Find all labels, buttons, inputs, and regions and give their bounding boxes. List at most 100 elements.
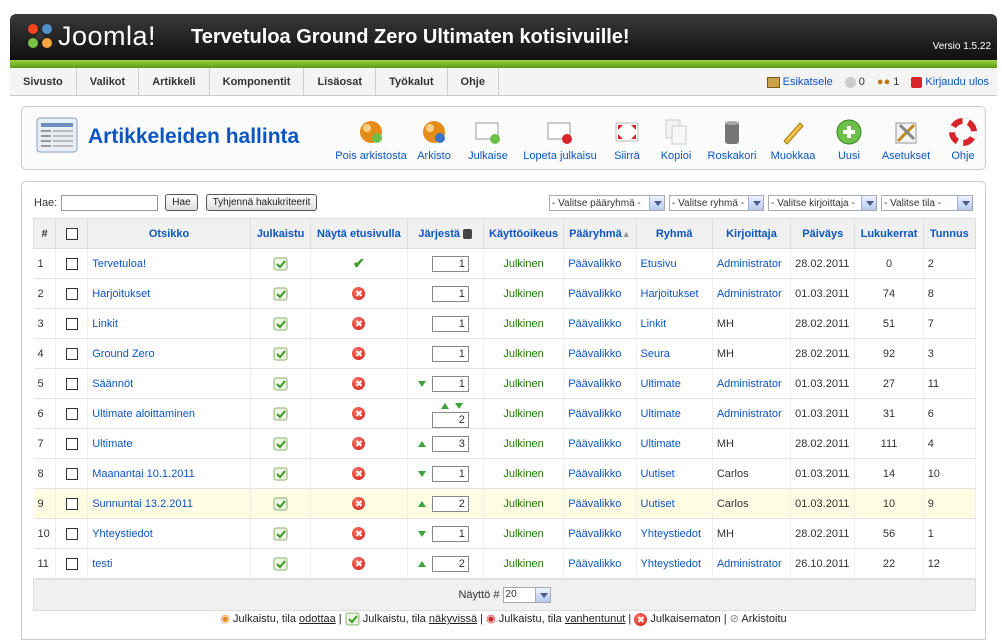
article-title-link[interactable]: Linkit bbox=[87, 308, 251, 339]
order-input[interactable]: 3 bbox=[431, 435, 469, 452]
author-link[interactable]: Administrator bbox=[712, 548, 792, 579]
order-input[interactable]: 2 bbox=[431, 555, 469, 572]
frontpage-no-icon[interactable] bbox=[352, 407, 366, 420]
frontpage-yes-icon[interactable]: ✔ bbox=[353, 255, 365, 271]
move-down-icon[interactable] bbox=[417, 470, 426, 477]
article-title-link[interactable]: Ultimate bbox=[87, 428, 251, 459]
article-title-link[interactable]: Harjoitukset bbox=[87, 278, 251, 309]
search-button[interactable]: Hae bbox=[165, 194, 198, 211]
menu-item[interactable]: Ohje bbox=[448, 68, 499, 96]
trash-button[interactable]: Roskakori bbox=[706, 117, 758, 162]
menu-item[interactable]: Työkalut bbox=[376, 68, 448, 96]
save-order-icon[interactable] bbox=[463, 228, 473, 239]
article-title-link[interactable]: Yhteystiedot bbox=[87, 518, 251, 549]
section-link[interactable]: Päävalikko bbox=[563, 428, 637, 459]
messages-count[interactable]: 0 bbox=[844, 76, 865, 88]
access-link[interactable]: Julkinen bbox=[483, 248, 565, 279]
state-select[interactable]: - Valitse tila - bbox=[881, 195, 973, 211]
frontpage-no-icon[interactable] bbox=[352, 317, 366, 330]
order-input[interactable]: 1 bbox=[431, 255, 469, 272]
category-link[interactable]: Seura bbox=[636, 338, 713, 369]
col-published-header[interactable]: Julkaistu bbox=[249, 218, 312, 249]
published-icon[interactable] bbox=[273, 347, 288, 361]
category-link[interactable]: Ultimate bbox=[636, 428, 713, 459]
author-link[interactable]: Carlos bbox=[712, 458, 792, 489]
category-link[interactable]: Uutiset bbox=[636, 488, 713, 519]
order-input[interactable]: 2 bbox=[431, 411, 469, 428]
category-link[interactable]: Harjoitukset bbox=[636, 278, 713, 309]
published-icon[interactable] bbox=[273, 467, 288, 481]
row-checkbox[interactable] bbox=[65, 257, 78, 270]
move-up-icon[interactable] bbox=[417, 440, 426, 447]
published-icon[interactable] bbox=[273, 527, 288, 541]
row-checkbox[interactable] bbox=[65, 377, 78, 390]
col-order-header[interactable]: Järjestä bbox=[406, 218, 484, 249]
logout-link[interactable]: Kirjaudu ulos bbox=[911, 76, 989, 88]
order-input[interactable]: 1 bbox=[431, 465, 469, 482]
frontpage-no-icon[interactable] bbox=[352, 557, 366, 570]
category-link[interactable]: Etusivu bbox=[636, 248, 713, 279]
category-link[interactable]: Yhteystiedot bbox=[636, 518, 713, 549]
category-link[interactable]: Yhteystiedot bbox=[636, 548, 713, 579]
section-link[interactable]: Päävalikko bbox=[563, 308, 637, 339]
menu-item[interactable]: Valikot bbox=[77, 68, 140, 96]
section-link[interactable]: Päävalikko bbox=[563, 368, 637, 399]
reset-filter-button[interactable]: Tyhjennä hakukriteerit bbox=[205, 194, 318, 211]
published-icon[interactable] bbox=[273, 377, 288, 391]
access-link[interactable]: Julkinen bbox=[483, 398, 565, 429]
search-input[interactable] bbox=[61, 194, 159, 211]
parameters-button[interactable]: Asetukset bbox=[878, 117, 934, 162]
col-author-header[interactable]: Kirjoittaja bbox=[711, 218, 792, 249]
move-up-icon[interactable] bbox=[440, 402, 449, 409]
author-link[interactable]: MH bbox=[712, 428, 792, 459]
row-checkbox[interactable] bbox=[65, 317, 78, 330]
row-checkbox[interactable] bbox=[65, 407, 78, 420]
row-checkbox[interactable] bbox=[65, 527, 78, 540]
access-link[interactable]: Julkinen bbox=[483, 338, 565, 369]
users-count[interactable]: ●● 1 bbox=[877, 76, 899, 88]
col-access-header[interactable]: Käyttöoikeus bbox=[482, 218, 565, 249]
frontpage-no-icon[interactable] bbox=[352, 437, 366, 450]
select-all-checkbox[interactable] bbox=[65, 227, 78, 240]
order-input[interactable]: 1 bbox=[431, 525, 469, 542]
access-link[interactable]: Julkinen bbox=[483, 458, 565, 489]
section-link[interactable]: Päävalikko bbox=[563, 548, 637, 579]
preview-link[interactable]: Esikatsele bbox=[766, 76, 833, 88]
move-up-icon[interactable] bbox=[417, 560, 426, 567]
published-icon[interactable] bbox=[273, 287, 288, 301]
publish-button[interactable]: Julkaise bbox=[465, 117, 511, 162]
frontpage-no-icon[interactable] bbox=[352, 467, 366, 480]
col-category-header[interactable]: Ryhmä bbox=[635, 218, 713, 249]
section-link[interactable]: Päävalikko bbox=[563, 518, 637, 549]
order-input[interactable]: 1 bbox=[431, 285, 469, 302]
author-select[interactable]: - Valitse kirjoittaja - bbox=[768, 195, 877, 211]
author-link[interactable]: Administrator bbox=[712, 368, 792, 399]
access-link[interactable]: Julkinen bbox=[483, 518, 565, 549]
menu-item[interactable]: Artikkeli bbox=[139, 68, 210, 96]
article-title-link[interactable]: Tervetuloa! bbox=[87, 248, 251, 279]
order-input[interactable]: 1 bbox=[431, 345, 469, 362]
section-link[interactable]: Päävalikko bbox=[563, 458, 637, 489]
article-title-link[interactable]: Maanantai 10.1.2011 bbox=[87, 458, 251, 489]
section-link[interactable]: Päävalikko bbox=[563, 398, 637, 429]
menu-item[interactable]: Komponentit bbox=[210, 68, 305, 96]
published-icon[interactable] bbox=[273, 407, 288, 421]
published-icon[interactable] bbox=[273, 497, 288, 511]
move-button[interactable]: Siirrä bbox=[610, 117, 644, 162]
row-checkbox[interactable] bbox=[65, 287, 78, 300]
article-title-link[interactable]: Sunnuntai 13.2.2011 bbox=[87, 488, 251, 519]
section-link[interactable]: Päävalikko bbox=[563, 338, 637, 369]
col-frontpage-header[interactable]: Näytä etusivulla bbox=[310, 218, 408, 249]
order-input[interactable]: 1 bbox=[431, 315, 469, 332]
unarchive-button[interactable]: Pois arkistosta bbox=[329, 117, 413, 162]
section-link[interactable]: Päävalikko bbox=[563, 488, 637, 519]
author-link[interactable]: Carlos bbox=[712, 488, 792, 519]
move-up-icon[interactable] bbox=[417, 500, 426, 507]
col-hits-header[interactable]: Lukukerrat bbox=[854, 218, 924, 249]
section-select[interactable]: - Valitse pääryhmä - bbox=[549, 195, 665, 211]
frontpage-no-icon[interactable] bbox=[352, 287, 366, 300]
frontpage-no-icon[interactable] bbox=[352, 347, 366, 360]
row-checkbox[interactable] bbox=[65, 347, 78, 360]
access-link[interactable]: Julkinen bbox=[483, 428, 565, 459]
order-input[interactable]: 1 bbox=[431, 375, 469, 392]
